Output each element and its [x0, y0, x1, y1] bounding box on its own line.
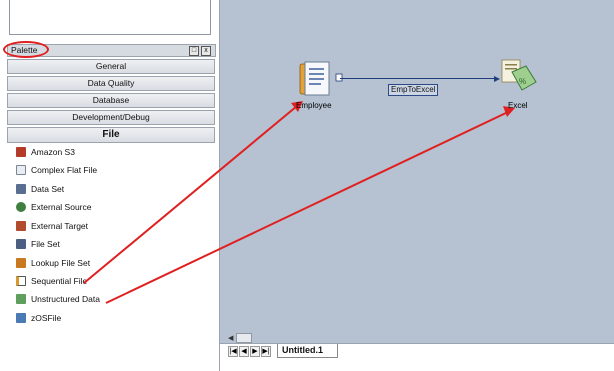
external-target-icon	[16, 220, 26, 231]
employee-stage-label: Employee	[296, 101, 332, 110]
horizontal-scrollbar[interactable]: ◀	[228, 332, 614, 343]
palette-item-sequential-file[interactable]: Sequential File	[16, 274, 87, 288]
palette-item-external-source[interactable]: External Source	[16, 200, 91, 214]
item-label: Lookup File Set	[31, 258, 91, 268]
design-canvas[interactable]	[220, 0, 614, 371]
palette-item-file-set[interactable]: File Set	[16, 237, 60, 251]
category-database[interactable]: Database	[7, 93, 215, 108]
item-label: Sequential File	[31, 276, 88, 286]
palette-item-zos-file[interactable]: zOSFile	[16, 311, 61, 325]
status-area	[220, 358, 614, 371]
category-file[interactable]: File	[7, 127, 215, 143]
lookup-file-set-icon	[16, 257, 26, 268]
item-label: File Set	[31, 239, 60, 249]
item-label: Complex Flat File	[31, 165, 98, 175]
palette-panel: Palette □ x General Data Quality Databas…	[0, 0, 220, 371]
previous-tab-button[interactable]: ◀	[239, 346, 249, 357]
scroll-left-icon[interactable]: ◀	[228, 334, 233, 342]
document-tab-bar: |◀ ◀ ▶ ▶| Untitled.1	[220, 343, 614, 358]
last-tab-button[interactable]: ▶|	[261, 346, 271, 357]
annotation-oval	[3, 41, 49, 58]
repository-pane	[9, 0, 211, 35]
complex-flat-file-icon	[16, 164, 26, 175]
amazon-s3-icon	[16, 146, 26, 157]
close-button[interactable]: x	[201, 46, 211, 56]
palette-item-unstructured-data[interactable]: Unstructured Data	[16, 292, 100, 306]
link-connector[interactable]	[340, 78, 494, 79]
palette-item-amazon-s3[interactable]: Amazon S3	[16, 145, 75, 159]
link-label[interactable]: EmpToExcel	[388, 84, 439, 96]
item-label: Amazon S3	[31, 147, 75, 157]
palette-item-external-target[interactable]: External Target	[16, 219, 88, 233]
tab-untitled-1[interactable]: Untitled.1	[277, 344, 339, 358]
file-set-icon	[16, 238, 26, 249]
next-tab-button[interactable]: ▶	[250, 346, 260, 357]
data-set-icon	[16, 183, 26, 194]
scroll-thumb[interactable]	[236, 333, 252, 343]
external-source-icon	[16, 201, 26, 212]
item-label: zOSFile	[31, 313, 62, 323]
item-label: External Target	[31, 221, 89, 231]
unstructured-data-icon	[16, 293, 26, 304]
category-development-debug[interactable]: Development/Debug	[7, 110, 215, 125]
item-label: Unstructured Data	[31, 294, 100, 304]
zos-file-icon	[16, 312, 26, 323]
palette-item-complex-flat-file[interactable]: Complex Flat File	[16, 163, 97, 177]
palette-item-data-set[interactable]: Data Set	[16, 182, 64, 196]
item-label: External Source	[31, 202, 92, 212]
palette-item-lookup-file-set[interactable]: Lookup File Set	[16, 256, 90, 270]
restore-button[interactable]: □	[189, 46, 199, 56]
item-label: Data Set	[31, 184, 65, 194]
first-tab-button[interactable]: |◀	[228, 346, 238, 357]
category-data-quality[interactable]: Data Quality	[7, 76, 215, 91]
excel-stage-label: Excel	[508, 101, 528, 110]
category-general[interactable]: General	[7, 59, 215, 74]
sequential-file-icon	[16, 275, 26, 286]
